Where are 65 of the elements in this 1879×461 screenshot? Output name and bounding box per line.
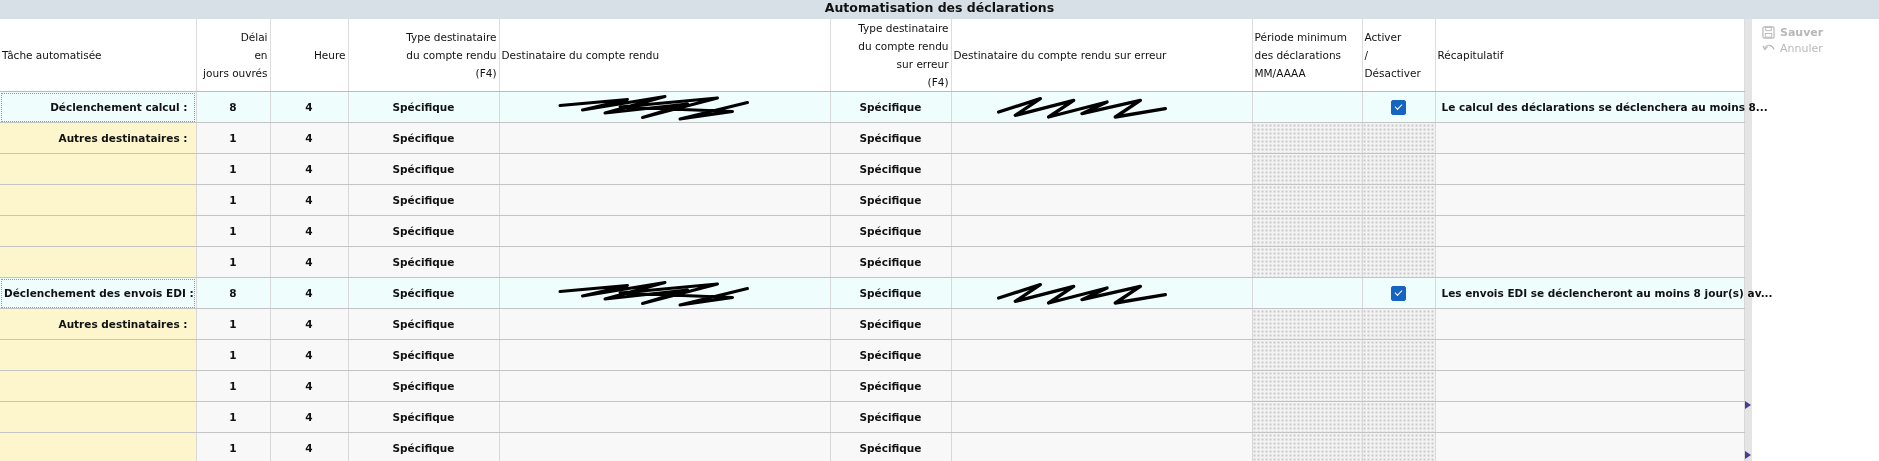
table-cell: 1: [229, 256, 237, 268]
table-cell: Spécifique: [859, 411, 922, 423]
table-cell: Spécifique: [392, 163, 455, 175]
table-cell: 1: [229, 380, 237, 392]
table-cell: Spécifique: [392, 132, 455, 144]
row-label: Déclenchement des envois EDI :: [4, 287, 194, 299]
row-label: Déclenchement calcul :: [50, 101, 188, 113]
table-cell: 4: [305, 101, 313, 113]
table-cell: Spécifique: [392, 256, 455, 268]
table-cell: Spécifique: [859, 101, 922, 113]
table-cell: Spécifique: [392, 411, 455, 423]
table-cell: 1: [229, 349, 237, 361]
table-cell: 1: [229, 318, 237, 330]
table-cell: Spécifique: [392, 380, 455, 392]
table-cell: 8: [229, 101, 237, 113]
table-cell: Spécifique: [859, 318, 922, 330]
table-cell: Spécifique: [859, 163, 922, 175]
column-header[interactable]: Destinataire du compte rendu sur erreur: [953, 46, 1167, 64]
table-cell: 4: [305, 380, 313, 392]
table-cell: 4: [305, 287, 313, 299]
table-cell: 4: [305, 132, 313, 144]
column-header[interactable]: Tâche automatisée: [2, 46, 102, 64]
row-label: Autres destinataires :: [58, 318, 188, 330]
table-cell: Spécifique: [392, 194, 455, 206]
table-cell: 4: [305, 411, 313, 423]
column-header[interactable]: Heure: [313, 46, 346, 64]
table-cell: Spécifique: [392, 349, 455, 361]
column-header[interactable]: Période minimum des déclarations MM/AAAA: [1254, 28, 1347, 82]
table-cell: Les envois EDI se déclencheront au moins 8 jour(s) av...: [1441, 287, 1773, 299]
table-cell: Spécifique: [859, 132, 922, 144]
table-cell: 1: [229, 132, 237, 144]
column-header[interactable]: Type destinataire du compte rendu (F4): [406, 28, 497, 82]
table-cell: Le calcul des déclarations se déclenchera au moins 8...: [1441, 101, 1768, 113]
table-cell: 4: [305, 256, 313, 268]
column-header[interactable]: Type destinataire du compte rendu sur erreur (F4): [858, 19, 949, 91]
column-header[interactable]: Délai en jours ouvrés: [203, 28, 268, 82]
table-cell: 4: [305, 225, 313, 237]
table-cell: 4: [305, 318, 313, 330]
table-cell: 1: [229, 225, 237, 237]
column-header[interactable]: Activer / Désactiver: [1364, 28, 1421, 82]
table-cell: Spécifique: [859, 442, 922, 454]
window-title: Automatisation des déclarations: [0, 0, 1879, 19]
row-label: Autres destinataires :: [58, 132, 188, 144]
table-cell: 1: [229, 163, 237, 175]
column-header[interactable]: Récapitulatif: [1437, 46, 1504, 64]
table-cell: Spécifique: [859, 256, 922, 268]
table-cell: Spécifique: [859, 225, 922, 237]
table-cell: 1: [229, 442, 237, 454]
table-cell: Spécifique: [392, 101, 455, 113]
table-cell: Spécifique: [392, 225, 455, 237]
table-cell: Spécifique: [392, 442, 455, 454]
table-cell: Spécifique: [859, 194, 922, 206]
table-cell: Spécifique: [392, 287, 455, 299]
table-cell: Spécifique: [392, 318, 455, 330]
table-cell: Spécifique: [859, 287, 922, 299]
table-cell: Spécifique: [859, 349, 922, 361]
table-cell: 4: [305, 442, 313, 454]
table-cell: 4: [305, 349, 313, 361]
table-cell: 4: [305, 194, 313, 206]
table-cell: 1: [229, 194, 237, 206]
table-cell: 4: [305, 163, 313, 175]
column-header[interactable]: Destinataire du compte rendu: [501, 46, 660, 64]
table-cell: Spécifique: [859, 380, 922, 392]
table-cell: 8: [229, 287, 237, 299]
table-cell: 1: [229, 411, 237, 423]
